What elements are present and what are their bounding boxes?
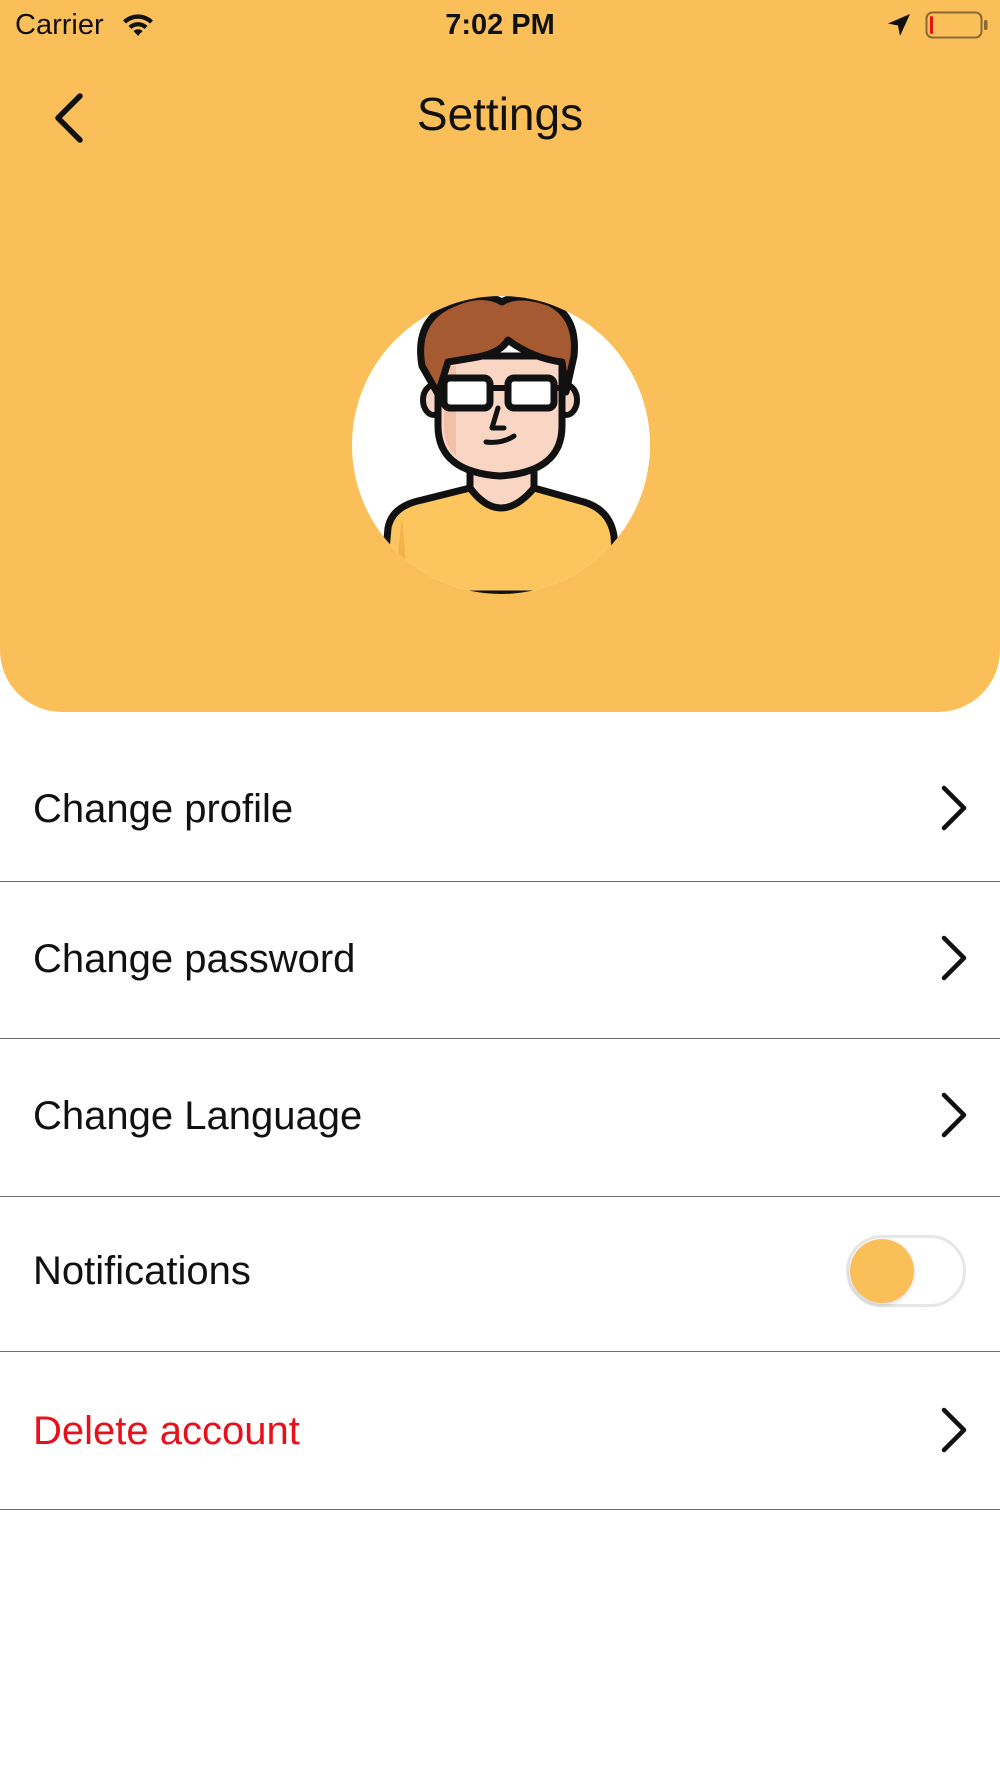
notifications-row: Notifications xyxy=(0,1197,1000,1352)
toggle-knob xyxy=(850,1239,914,1303)
chevron-right-icon xyxy=(941,935,967,981)
chevron-right-icon xyxy=(941,1407,967,1453)
change-language-row[interactable]: Change Language xyxy=(0,1039,1000,1197)
change-password-label: Change password xyxy=(33,937,356,981)
battery-low-icon xyxy=(925,11,989,39)
status-bar: Carrier 7:02 PM xyxy=(0,0,1000,50)
change-profile-label: Change profile xyxy=(33,787,294,831)
delete-account-label: Delete account xyxy=(33,1409,300,1453)
avatar[interactable] xyxy=(352,296,650,594)
change-profile-row[interactable]: Change profile xyxy=(0,712,1000,882)
chevron-right-icon xyxy=(941,785,967,831)
location-arrow-icon xyxy=(886,12,912,38)
delete-account-row[interactable]: Delete account xyxy=(0,1352,1000,1510)
change-language-label: Change Language xyxy=(33,1094,363,1138)
status-time: 7:02 PM xyxy=(445,9,555,41)
change-password-row[interactable]: Change password xyxy=(0,882,1000,1039)
page-title: Settings xyxy=(416,88,584,140)
notifications-toggle[interactable] xyxy=(846,1235,968,1309)
user-avatar-illustration xyxy=(378,296,622,594)
notifications-label: Notifications xyxy=(33,1249,251,1293)
chevron-right-icon xyxy=(941,1092,967,1138)
